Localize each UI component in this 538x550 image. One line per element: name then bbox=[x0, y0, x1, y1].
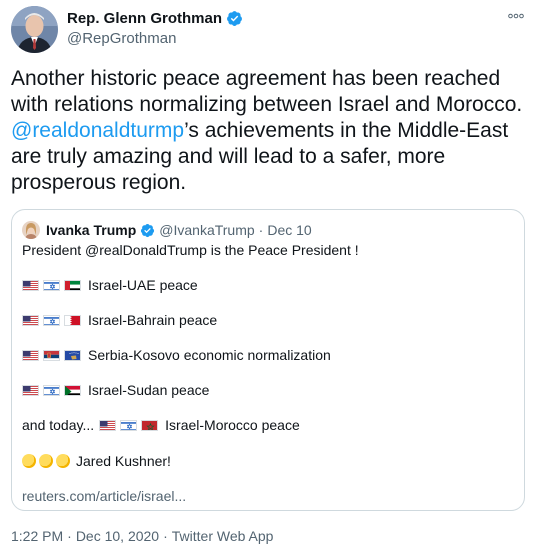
quoted-kushner-line: Jared Kushner! bbox=[22, 452, 171, 470]
clap-emojis bbox=[22, 454, 73, 468]
peace-item: Israel-Bahrain peace bbox=[22, 311, 217, 329]
tweet-source[interactable]: Twitter Web App bbox=[172, 527, 274, 545]
peace-item-flags bbox=[22, 349, 85, 361]
tweet-meta: 1:22 PM · Dec 10, 2020 · Twitter Web App bbox=[11, 527, 273, 545]
us-flag-icon bbox=[22, 314, 39, 326]
peace-item-flags bbox=[22, 314, 85, 326]
us-flag-icon bbox=[22, 384, 39, 396]
clap-emoji-icon bbox=[56, 454, 70, 468]
today-flags bbox=[99, 419, 162, 431]
peace-item-text: Israel-Bahrain peace bbox=[88, 312, 218, 328]
separator-dot: · bbox=[67, 528, 72, 544]
mention-link[interactable]: @realdonaldturmp bbox=[11, 119, 184, 142]
bahrain-flag-icon bbox=[64, 314, 81, 326]
peace-item: Serbia-Kosovo economic normalization bbox=[22, 346, 331, 364]
avatar[interactable] bbox=[11, 6, 58, 53]
author-name[interactable]: Rep. Glenn Grothman bbox=[67, 9, 222, 28]
peace-item-text: Israel-UAE peace bbox=[88, 277, 198, 293]
quoted-link-line[interactable]: reuters.com/article/israel... bbox=[22, 487, 186, 505]
quoted-author-handle: @IvankaTrump bbox=[159, 222, 255, 238]
quoted-tweet-card[interactable]: Ivanka Trump @IvankaTrump · Dec 10 Presi… bbox=[11, 209, 525, 511]
verified-badge-icon bbox=[141, 223, 155, 237]
tweet-text-part1: Another historic peace agreement has bee… bbox=[11, 67, 523, 116]
author-handle[interactable]: @RepGrothman bbox=[67, 29, 176, 48]
israel-flag-icon bbox=[43, 384, 60, 396]
us-flag-icon bbox=[99, 419, 117, 431]
tweet-text: Another historic peace agreement has bee… bbox=[11, 66, 526, 196]
quoted-intro: President @realDonaldTrump is the Peace … bbox=[22, 241, 359, 259]
peace-item: Israel-UAE peace bbox=[22, 276, 198, 294]
morocco-flag-icon bbox=[141, 419, 159, 431]
clap-emoji-icon bbox=[39, 454, 53, 468]
today-prefix: and today... bbox=[22, 417, 95, 433]
peace-item: Israel-Sudan peace bbox=[22, 381, 209, 399]
kosovo-flag-icon bbox=[64, 349, 81, 361]
clap-emoji-icon bbox=[22, 454, 36, 468]
verified-badge-icon bbox=[227, 11, 242, 26]
author-name-row[interactable]: Rep. Glenn Grothman bbox=[67, 9, 243, 28]
quoted-tweet-header: Ivanka Trump @IvankaTrump · Dec 10 bbox=[46, 221, 312, 239]
peace-item-text: Israel-Sudan peace bbox=[88, 382, 210, 398]
separator-dot: · bbox=[258, 222, 264, 238]
israel-flag-icon bbox=[120, 419, 138, 431]
sudan-flag-icon bbox=[64, 384, 81, 396]
quoted-tweet-date: Dec 10 bbox=[267, 222, 312, 238]
israel-flag-icon bbox=[43, 314, 60, 326]
israel-flag-icon bbox=[43, 279, 60, 291]
quoted-today-line: and today... Israel-Morocco peace bbox=[22, 416, 300, 434]
serbia-flag-icon bbox=[43, 349, 60, 361]
tweet-date[interactable]: Dec 10, 2020 bbox=[76, 527, 159, 545]
us-flag-icon bbox=[22, 349, 39, 361]
uae-flag-icon bbox=[64, 279, 81, 291]
tweet-time[interactable]: 1:22 PM bbox=[11, 527, 63, 545]
quoted-author-avatar bbox=[22, 221, 40, 239]
more-options-icon[interactable] bbox=[508, 6, 524, 22]
separator-dot: · bbox=[163, 528, 168, 544]
us-flag-icon bbox=[22, 279, 39, 291]
quoted-link[interactable]: reuters.com/article/israel... bbox=[22, 487, 186, 505]
peace-item-text: Serbia-Kosovo economic normalization bbox=[88, 347, 331, 363]
peace-item-flags bbox=[22, 279, 85, 291]
today-text: Israel-Morocco peace bbox=[165, 417, 300, 433]
quoted-author-name: Ivanka Trump bbox=[46, 222, 137, 238]
quoted-intro-text: President @realDonaldTrump is the Peace … bbox=[22, 242, 359, 258]
peace-item-flags bbox=[22, 384, 85, 396]
kushner-text: Jared Kushner! bbox=[76, 453, 171, 469]
tweet: Rep. Glenn Grothman @RepGrothman Another… bbox=[0, 0, 538, 550]
